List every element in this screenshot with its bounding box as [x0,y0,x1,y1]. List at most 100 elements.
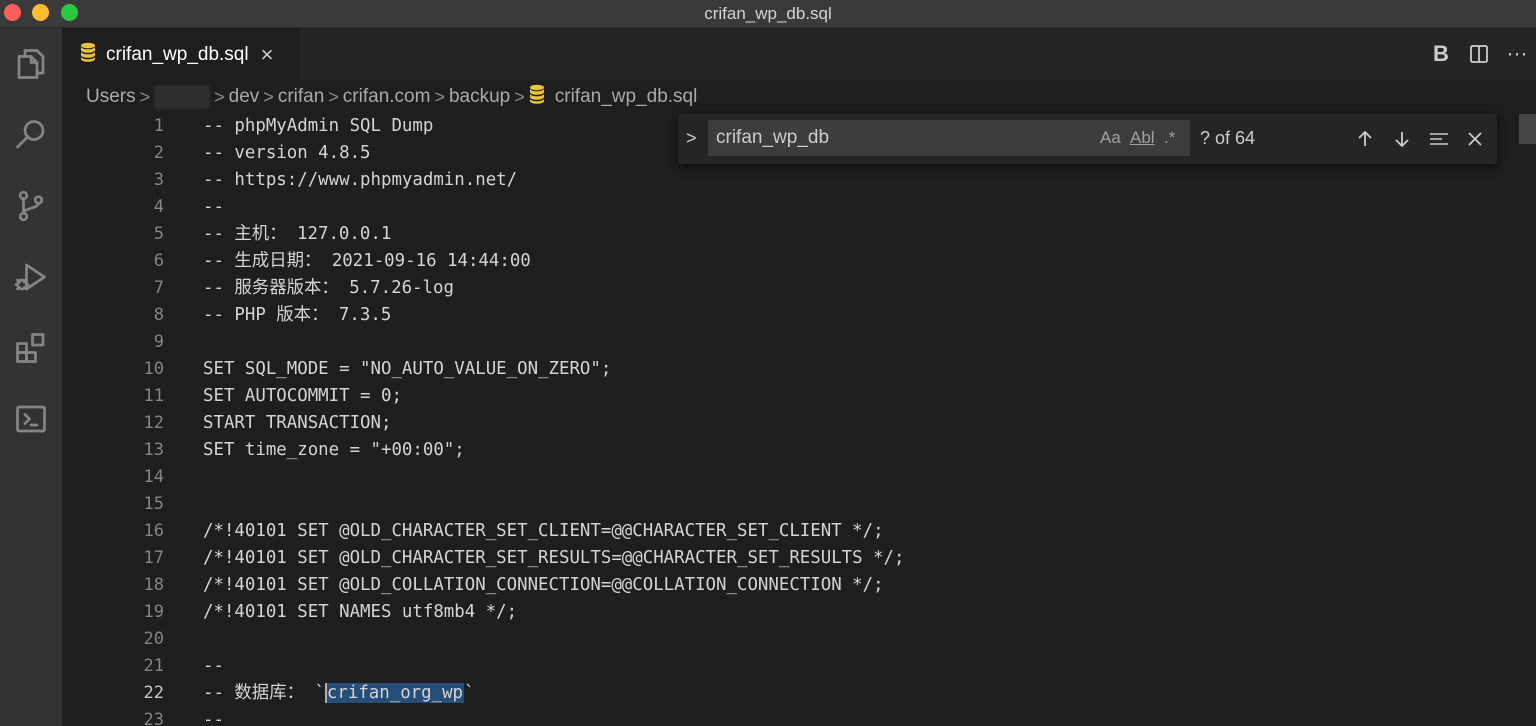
breadcrumb-item-dev[interactable]: dev [229,86,260,108]
breadcrumb-separator: > [263,86,274,107]
code-text: SET SQL_MODE = "NO_AUTO_VALUE_ON_ZERO"; [203,359,612,379]
code-line[interactable]: 19 /*!40101 SET NAMES utf8mb4 */; [62,599,1512,626]
code-segment: ` [464,683,475,703]
code-text: SET time_zone = "+00:00"; [203,440,465,460]
line-number: 7 [153,278,164,298]
line-number: 20 [143,629,164,649]
tab-label: crifan_wp_db.sql [106,43,249,65]
code-line[interactable]: 21 -- [62,653,1512,680]
line-number: 8 [153,305,164,325]
code-text: SET AUTOCOMMIT = 0; [203,386,402,406]
search-icon[interactable] [0,105,62,165]
markdown-bold-button[interactable]: B [1422,35,1460,73]
breadcrumb-file-label: crifan_wp_db.sql [554,86,698,107]
next-match-button[interactable] [1387,124,1417,154]
code-line[interactable]: 8 -- PHP 版本： 7.3.5 [62,302,1512,329]
code-text: -- PHP 版本： 7.3.5 [203,305,392,325]
split-editor-button[interactable] [1460,35,1498,73]
explorer-icon[interactable] [0,34,62,94]
code-line[interactable]: 3 -- https://www.phpmyadmin.net/ [62,167,1512,194]
activity-bar [0,28,62,726]
more-actions-button[interactable]: ··· [1498,35,1536,73]
code-line[interactable]: 7 -- 服务器版本： 5.7.26-log [62,275,1512,302]
code-text: /*!40101 SET @OLD_COLLATION_CONNECTION=@… [203,575,884,595]
selection-lines-icon [1430,133,1448,145]
find-widget: > Aa Abl .* ? of 64 [678,114,1497,164]
remote-explorer-icon[interactable] [0,389,62,449]
title-bar: crifan_wp_db.sql [0,0,1536,28]
code-line[interactable]: 9 [62,329,1512,356]
code-text: /*!40101 SET @OLD_CHARACTER_SET_RESULTS=… [203,548,905,568]
match-case-button[interactable]: Aa [1100,126,1121,150]
breadcrumb-separator: > [214,86,225,107]
line-number: 21 [143,656,164,676]
code-line[interactable]: 14 [62,464,1512,491]
code-line[interactable]: 4 -- [62,194,1512,221]
line-number: 3 [153,170,164,190]
line-number: 17 [143,548,164,568]
window-title: crifan_wp_db.sql [704,4,832,23]
line-number: 2 [153,143,164,163]
code-line[interactable]: 13 SET time_zone = "+00:00"; [62,437,1512,464]
breadcrumb-item-file[interactable]: crifan_wp_db.sql [529,84,698,110]
line-number: 4 [153,197,164,217]
line-number: 19 [143,602,164,622]
line-number: 15 [143,494,164,514]
extensions-icon[interactable] [0,318,62,378]
line-number: 22 [143,683,164,703]
selected-text: crifan_org_wp [324,683,465,703]
code-line[interactable]: 12 START TRANSACTION; [62,410,1512,437]
line-number: 23 [143,710,164,726]
code-line[interactable]: 5 -- 主机： 127.0.0.1 [62,221,1512,248]
breadcrumb-item-crifan-com[interactable]: crifan.com [343,86,431,108]
database-icon [529,84,545,110]
code-line[interactable]: 16 /*!40101 SET @OLD_CHARACTER_SET_CLIENT… [62,518,1512,545]
breadcrumb-item-crifan[interactable]: crifan [278,86,324,108]
breadcrumb-item-users[interactable]: Users [86,86,136,108]
code-text: /*!40101 SET NAMES utf8mb4 */; [203,602,518,622]
source-control-icon[interactable] [0,176,62,236]
line-number: 10 [143,359,164,379]
code-text: -- 数据库： ` crifan_org_wp` [203,680,475,707]
run-debug-icon[interactable] [0,247,62,307]
breadcrumb-item-redacted[interactable] [154,85,211,109]
find-in-selection-button[interactable] [1424,124,1454,154]
close-icon [1468,132,1482,146]
code-line[interactable]: 20 [62,626,1512,653]
arrow-down-icon [1395,132,1409,148]
code-line[interactable]: 11 SET AUTOCOMMIT = 0; [62,383,1512,410]
use-regex-button[interactable]: .* [1164,126,1175,150]
vertical-scrollbar[interactable] [1519,114,1536,144]
tab-bar: crifan_wp_db.sql × B ··· [62,28,1536,80]
line-number: 18 [143,575,164,595]
toggle-replace-icon[interactable]: > [686,128,697,149]
code-text: /*!40101 SET @OLD_CHARACTER_SET_CLIENT=@… [203,521,884,541]
code-line[interactable]: 18 /*!40101 SET @OLD_COLLATION_CONNECTION… [62,572,1512,599]
code-text: -- 主机： 127.0.0.1 [203,224,392,244]
line-number: 9 [153,332,164,352]
arrow-up-icon [1358,130,1372,146]
breadcrumb-item-backup[interactable]: backup [449,86,510,108]
code-line[interactable]: 22 -- 数据库： ` crifan_org_wp` [62,680,1512,707]
previous-match-button[interactable] [1350,124,1380,154]
line-number: 14 [143,467,164,487]
close-find-button[interactable] [1460,124,1490,154]
code-text: -- 生成日期： 2021-09-16 14:44:00 [203,251,531,271]
code-text: -- version 4.8.5 [203,143,371,163]
code-line[interactable]: 10 SET SQL_MODE = "NO_AUTO_VALUE_ON_ZERO"… [62,356,1512,383]
breadcrumb-separator: > [514,86,525,107]
code-line[interactable]: 15 [62,491,1512,518]
code-line[interactable]: 23 -- [62,707,1512,726]
tab-crifan-wp-db-sql[interactable]: crifan_wp_db.sql × [62,28,300,80]
code-text: -- [203,197,224,217]
breadcrumb-separator: > [434,86,445,107]
tab-close-icon[interactable]: × [261,43,274,66]
code-line[interactable]: 6 -- 生成日期： 2021-09-16 14:44:00 [62,248,1512,275]
code-text: START TRANSACTION; [203,413,392,433]
code-editor[interactable]: 1 -- phpMyAdmin SQL Dump 2 -- version 4.8.5… [62,114,1536,726]
match-whole-word-button[interactable]: Abl [1130,126,1155,150]
code-line[interactable]: 17 /*!40101 SET @OLD_CHARACTER_SET_RESULT… [62,545,1512,572]
code-text: -- https://www.phpmyadmin.net/ [203,170,518,190]
breadcrumb: Users > > dev > crifan > crifan.com > ba… [62,80,1536,114]
line-number: 5 [153,224,164,244]
